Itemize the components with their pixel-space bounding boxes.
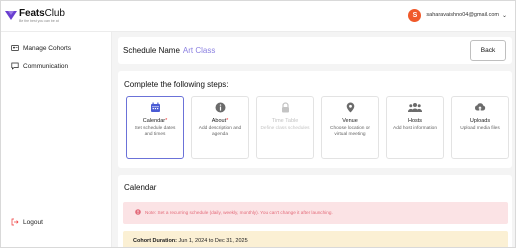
sidebar: Manage Cohorts Communication Logout [1, 32, 112, 247]
cohort-duration: Cohort Duration: Jun 1, 2024 to Dec 31, … [123, 231, 508, 247]
step-description: Set schedule dates and times [134, 126, 176, 137]
step-description: Add host information [393, 126, 437, 131]
schedule-header: Schedule Name Art Class Back [118, 37, 512, 64]
brand-name: FeatsClub [19, 8, 65, 19]
step-description: Upload media files [460, 126, 500, 131]
step-hosts[interactable]: Hosts Add host information [386, 96, 444, 159]
logout-label: Logout [23, 218, 43, 226]
step-title: Calendar* [142, 118, 168, 124]
lock-icon [257, 102, 313, 114]
main-content: Schedule Name Art Class Back Complete the… [112, 32, 515, 247]
calendar-icon [127, 102, 183, 114]
logout-icon [11, 218, 19, 226]
step-title: Hosts [407, 118, 423, 124]
app-window: FeatsClub Be the best you can be at S sa… [0, 0, 516, 248]
upload-icon [452, 102, 508, 114]
users-icon [11, 44, 19, 52]
cohort-duration-text: Cohort Duration: Jun 1, 2024 to Dec 31, … [133, 238, 248, 244]
user-menu[interactable]: S saharavaishno04@gmail.com ⌄ [408, 8, 507, 22]
schedule-name-value: Art Class [182, 46, 216, 55]
step-description: Choose location or virtual meeting [330, 126, 370, 137]
alert-icon [135, 209, 141, 215]
step-title: Venue [342, 118, 358, 124]
steps-panel: Complete the following steps: Calendar* … [118, 71, 512, 168]
note-text: Note: Set a recurring schedule (daily, w… [145, 210, 333, 215]
calendar-panel: Calendar Note: Set a recurring schedule … [118, 175, 512, 247]
back-button[interactable]: Back [470, 40, 506, 61]
step-title: Time Table [271, 118, 299, 124]
logout-button[interactable]: Logout [11, 218, 43, 226]
brand-logo-icon [5, 11, 17, 20]
sidebar-item-label: Communication [23, 62, 69, 70]
avatar[interactable]: S [408, 8, 422, 22]
step-calendar[interactable]: Calendar* Set schedule dates and times [126, 96, 184, 159]
step-about[interactable]: About* Add description and agenda [191, 96, 249, 159]
recurring-note: Note: Set a recurring schedule (daily, w… [123, 202, 508, 224]
step-title: Uploads [469, 118, 491, 124]
schedule-name: Schedule Name Art Class [123, 46, 215, 55]
schedule-name-label: Schedule Name [123, 46, 180, 55]
sidebar-item-communication[interactable]: Communication [11, 62, 68, 70]
step-title: About* [211, 118, 229, 124]
chevron-down-icon[interactable]: ⌄ [502, 12, 507, 19]
step-uploads[interactable]: Uploads Upload media files [451, 96, 509, 159]
step-venue[interactable]: Venue Choose location or virtual meeting [321, 96, 379, 159]
chat-icon [11, 62, 19, 70]
location-icon [322, 102, 378, 114]
user-email: saharavaishno04@gmail.com [426, 12, 499, 18]
steps-title: Complete the following steps: [124, 80, 229, 89]
sidebar-item-manage-cohorts[interactable]: Manage Cohorts [11, 44, 71, 52]
step-description: Add description and agenda [198, 126, 242, 137]
info-icon [192, 102, 248, 114]
calendar-title: Calendar [124, 183, 157, 192]
step-time-table[interactable]: Time Table Define class schedules [256, 96, 314, 159]
step-description: Define class schedules [260, 126, 310, 131]
top-bar: FeatsClub Be the best you can be at S sa… [1, 1, 515, 32]
sidebar-item-label: Manage Cohorts [23, 44, 72, 52]
brand-tagline: Be the best you can be at [19, 19, 59, 23]
hosts-icon [387, 102, 443, 114]
